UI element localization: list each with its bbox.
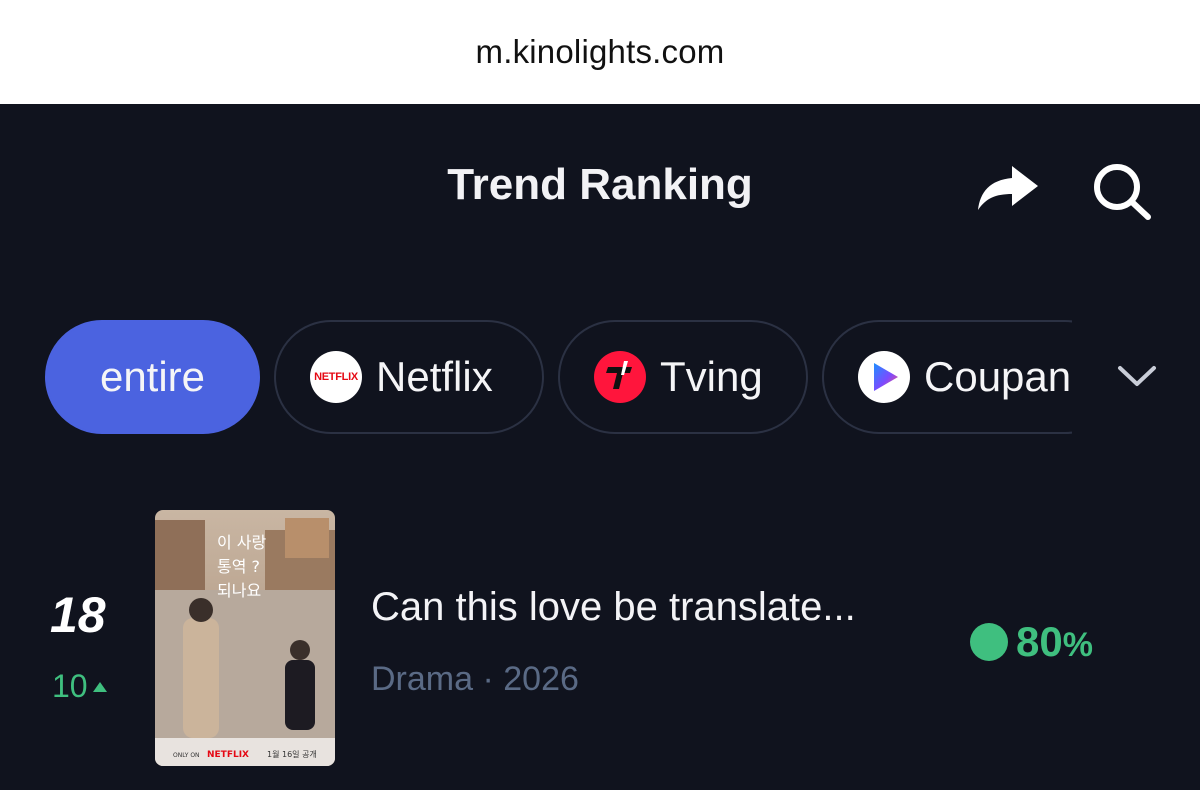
filter-chip-label: Coupang — [924, 353, 1072, 400]
filter-chip-entire[interactable]: entire — [45, 320, 260, 434]
poster-image[interactable]: 이 사랑 통역 ? 되나요 ONLY ON NETFLIX 1월 16일 공개 — [155, 510, 335, 766]
platform-filter-bar: entire NETFLIX Netflix Tving Coupan — [0, 318, 1200, 440]
score-badge: 80% — [970, 618, 1093, 666]
coupang-play-logo-icon — [858, 351, 910, 403]
poster-artwork: 이 사랑 통역 ? 되나요 ONLY ON NETFLIX 1월 16일 공개 — [155, 510, 335, 766]
filter-chip-tving[interactable]: Tving — [558, 320, 808, 434]
poster-release: 1월 16일 공개 — [267, 749, 317, 759]
rank-change-value: 10 — [52, 668, 88, 704]
rank-change: 10 — [52, 668, 108, 705]
expand-filters-button[interactable] — [1112, 356, 1162, 396]
browser-url-bar[interactable]: m.kinolights.com — [0, 0, 1200, 104]
netflix-logo-icon: NETFLIX — [310, 351, 362, 403]
tving-logo-icon — [594, 351, 646, 403]
poster-platform: NETFLIX — [207, 750, 249, 760]
item-title[interactable]: Can this love be translate... — [371, 585, 856, 630]
poster-only-on: ONLY ON — [173, 752, 200, 759]
score-dot-icon — [970, 623, 1008, 661]
filter-chip-netflix[interactable]: NETFLIX Netflix — [274, 320, 544, 434]
share-arrow-icon — [978, 166, 1038, 210]
chevron-down-icon — [1118, 366, 1156, 386]
filter-chip-label: Tving — [660, 353, 763, 400]
item-genre: Drama — [371, 660, 474, 698]
search-icon — [1094, 164, 1151, 220]
filter-chip-label: Netflix — [376, 353, 493, 400]
poster-title-line-1: 이 사랑 — [217, 533, 267, 552]
search-button[interactable] — [1090, 160, 1156, 222]
url-text: m.kinolights.com — [475, 33, 725, 70]
share-button[interactable] — [976, 164, 1040, 214]
filter-chip-coupang[interactable]: Coupang — [822, 320, 1072, 434]
poster-title-line-3: 되나요 — [217, 581, 261, 600]
item-year: 2026 — [503, 660, 579, 698]
item-meta: Drama · 2026 — [371, 660, 579, 699]
triangle-up-icon — [92, 681, 107, 692]
poster-title-line-2: 통역 ? — [217, 557, 260, 576]
meta-separator: · — [482, 660, 494, 698]
rank-number: 18 — [50, 587, 106, 643]
score-value: 80% — [1016, 618, 1093, 665]
filter-chip-scroller[interactable]: entire NETFLIX Netflix Tving Coupan — [0, 318, 1072, 440]
filter-chip-label: entire — [99, 353, 206, 400]
